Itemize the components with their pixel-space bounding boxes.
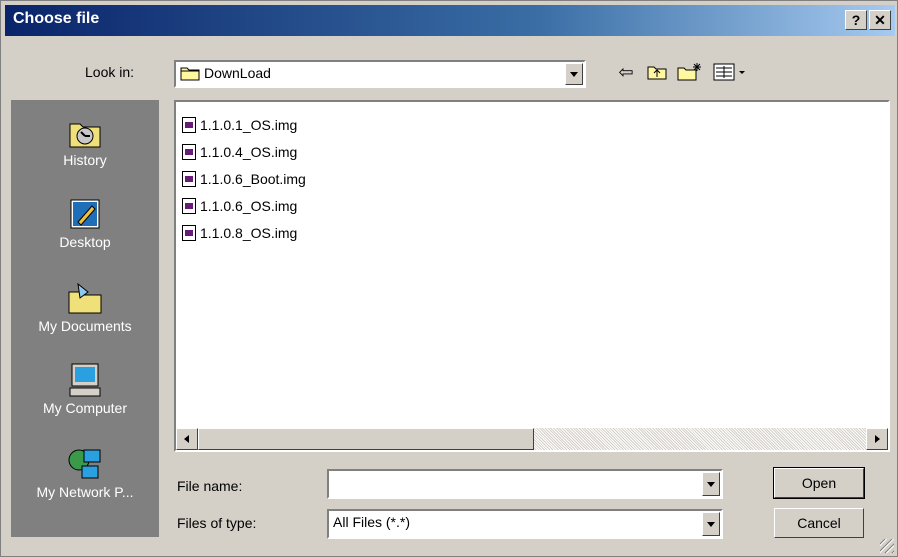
new-folder-icon[interactable] bbox=[675, 59, 705, 85]
view-menu-icon[interactable] bbox=[711, 59, 751, 85]
places-desktop-label: Desktop bbox=[59, 234, 111, 250]
history-icon bbox=[69, 123, 101, 148]
look-in-label: Look in: bbox=[85, 64, 135, 80]
files-of-type-label: Files of type: bbox=[177, 515, 257, 531]
file-item-name: 1.1.0.1_OS.img bbox=[200, 117, 298, 133]
file-item-name: 1.1.0.4_OS.img bbox=[200, 144, 298, 160]
files-of-type-value: All Files (*.*) bbox=[333, 514, 411, 530]
places-my-network[interactable]: My Network P... bbox=[11, 446, 159, 500]
file-item-name: 1.1.0.6_OS.img bbox=[200, 198, 298, 214]
image-file-icon bbox=[182, 225, 196, 241]
my-network-places-icon bbox=[68, 449, 101, 479]
up-folder-icon[interactable] bbox=[644, 59, 670, 85]
places-my-documents[interactable]: My Documents bbox=[11, 280, 159, 334]
places-desktop[interactable]: Desktop bbox=[11, 196, 159, 250]
places-history-label: History bbox=[63, 152, 107, 168]
look-in-value: DownLoad bbox=[204, 65, 271, 81]
file-item[interactable]: 1.1.0.4_OS.img bbox=[182, 141, 297, 163]
places-my-computer-label: My Computer bbox=[42, 400, 128, 416]
places-my-computer[interactable]: My Computer bbox=[11, 362, 159, 416]
image-file-icon bbox=[182, 117, 196, 133]
image-file-icon bbox=[182, 198, 196, 214]
places-bar: History Desktop My Documents My Computer… bbox=[11, 100, 159, 537]
files-of-type-dropdown-button[interactable] bbox=[702, 512, 720, 536]
file-item-name: 1.1.0.8_OS.img bbox=[200, 225, 298, 241]
places-my-documents-label: My Documents bbox=[38, 318, 132, 334]
file-item[interactable]: 1.1.0.6_Boot.img bbox=[182, 168, 306, 190]
help-button[interactable]: ? bbox=[845, 10, 867, 30]
cancel-button[interactable]: Cancel bbox=[774, 508, 864, 538]
file-name-label: File name: bbox=[177, 478, 243, 494]
choose-file-dialog: Choose file ? ✕ Look in: DownLoad ⇦ Hist… bbox=[0, 0, 898, 557]
my-computer-icon bbox=[69, 363, 101, 397]
file-item[interactable]: 1.1.0.8_OS.img bbox=[182, 222, 297, 244]
image-file-icon bbox=[182, 144, 196, 160]
files-of-type-combo[interactable]: All Files (*.*) bbox=[327, 509, 723, 539]
folder-icon bbox=[180, 67, 200, 81]
file-item[interactable]: 1.1.0.6_OS.img bbox=[182, 195, 297, 217]
image-file-icon bbox=[182, 171, 196, 187]
open-button[interactable]: Open bbox=[773, 467, 865, 499]
scroll-right-button[interactable] bbox=[866, 428, 888, 450]
resize-grip[interactable] bbox=[880, 539, 894, 553]
file-item-name: 1.1.0.6_Boot.img bbox=[200, 171, 306, 187]
back-icon[interactable]: ⇦ bbox=[613, 59, 639, 85]
file-list[interactable]: 1.1.0.1_OS.img 1.1.0.4_OS.img 1.1.0.6_Bo… bbox=[174, 100, 890, 452]
horizontal-scrollbar[interactable] bbox=[176, 428, 888, 450]
my-documents-icon bbox=[68, 282, 102, 314]
file-name-dropdown-button[interactable] bbox=[702, 472, 720, 496]
places-my-network-label: My Network P... bbox=[36, 484, 134, 500]
file-item[interactable]: 1.1.0.1_OS.img bbox=[182, 114, 297, 136]
close-button[interactable]: ✕ bbox=[869, 10, 891, 30]
look-in-dropdown-button[interactable] bbox=[565, 63, 583, 85]
file-name-combo[interactable] bbox=[327, 469, 723, 499]
window-title: Choose file bbox=[13, 10, 100, 27]
scroll-thumb[interactable] bbox=[198, 428, 534, 450]
places-history[interactable]: History bbox=[11, 114, 159, 168]
title-bar[interactable]: Choose file ? ✕ bbox=[5, 5, 895, 36]
desktop-icon bbox=[70, 199, 100, 229]
scroll-left-button[interactable] bbox=[176, 428, 198, 450]
look-in-combo[interactable]: DownLoad bbox=[174, 60, 586, 88]
